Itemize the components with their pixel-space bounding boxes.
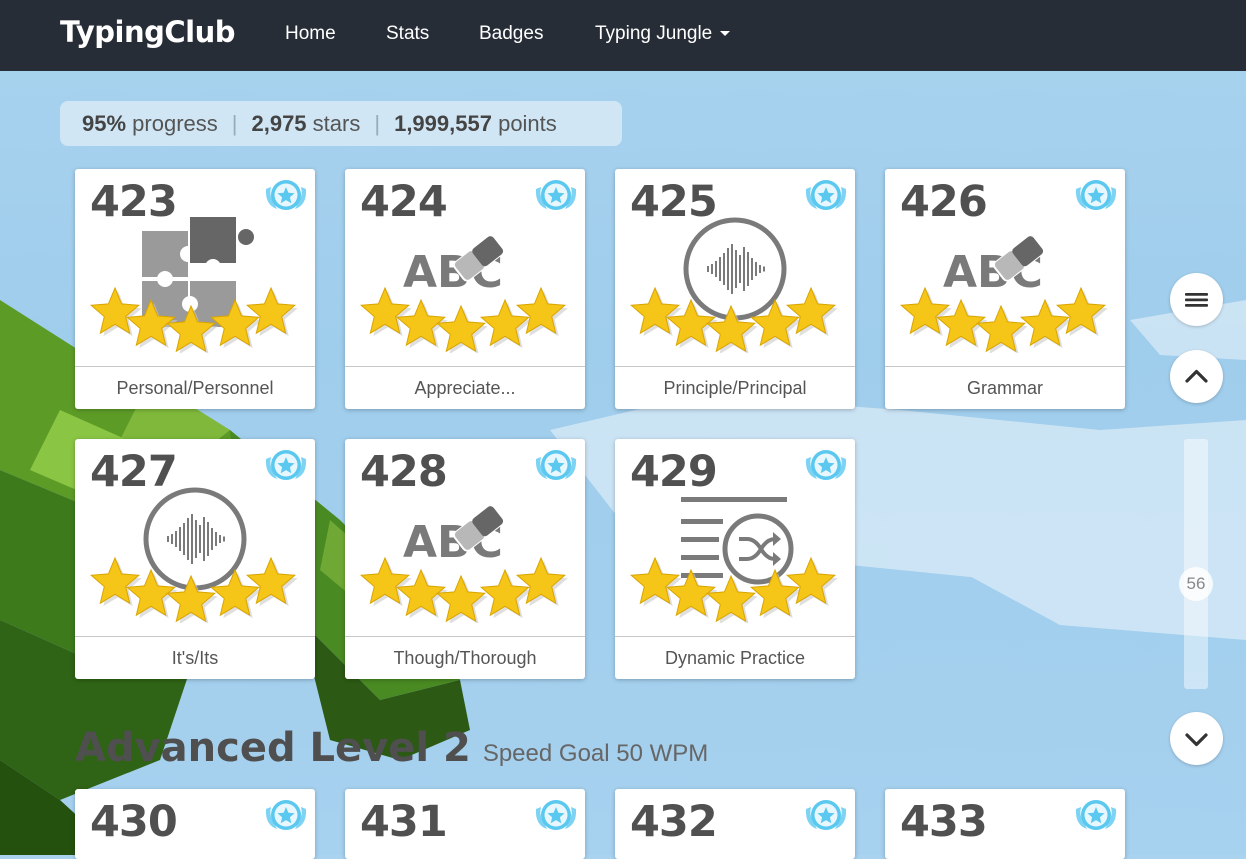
scroll-up-button[interactable] — [1170, 350, 1223, 403]
lesson-number: 431 — [360, 797, 448, 847]
chevron-down-icon — [1185, 733, 1208, 747]
badge-icon — [535, 180, 577, 210]
progress-value: 95% — [82, 111, 127, 136]
caret-down-icon — [720, 31, 731, 37]
badge-icon — [265, 180, 307, 210]
menu-icon — [1185, 293, 1208, 307]
nav-typing-jungle-dropdown[interactable]: Typing Jungle — [595, 23, 731, 45]
divider: | — [231, 111, 238, 136]
badge-icon — [535, 450, 577, 480]
star-rating — [629, 287, 838, 353]
star-rating — [629, 557, 838, 623]
lesson-number: 430 — [90, 797, 178, 847]
star-rating — [89, 557, 298, 623]
nav-typing-jungle-label: Typing Jungle — [595, 23, 713, 44]
badge-icon — [805, 180, 847, 210]
badge-icon — [1075, 180, 1117, 210]
scroll-down-button[interactable] — [1170, 712, 1223, 765]
lesson-card[interactable]: 425 Principle/Principal — [615, 169, 855, 409]
lesson-card[interactable]: 432 — [615, 789, 855, 859]
scrollbar-thumb[interactable]: 56 — [1179, 567, 1213, 601]
progress-summary: 95% progress | 2,975 stars | 1,999,557 point… — [60, 101, 622, 146]
lesson-number: 428 — [360, 447, 448, 497]
lesson-title: Dynamic Practice — [615, 636, 855, 679]
points-label: points — [498, 111, 557, 136]
badge-icon — [805, 450, 847, 480]
points-value: 1,999,557 — [394, 111, 492, 136]
lesson-card[interactable]: ABC 424 Appreciate... — [345, 169, 585, 409]
star-rating — [359, 557, 568, 623]
star-rating — [89, 287, 298, 353]
menu-button[interactable] — [1170, 273, 1223, 326]
lesson-card[interactable]: ABC 426 Grammar — [885, 169, 1125, 409]
lesson-card[interactable]: 429 Dynamic Practice — [615, 439, 855, 679]
badge-icon — [805, 800, 847, 830]
badge-icon — [1075, 800, 1117, 830]
lesson-scrollbar[interactable] — [1184, 439, 1208, 689]
lesson-number: 432 — [630, 797, 718, 847]
stars-value: 2,975 — [251, 111, 307, 136]
lesson-title: Though/Thorough — [345, 636, 585, 679]
section-subtitle: Speed Goal 50 WPM — [482, 740, 709, 767]
top-navbar: TypingClub Home Stats Badges Typing Jung… — [0, 0, 1246, 71]
progress-label: progress — [132, 111, 218, 136]
lesson-card[interactable]: 433 — [885, 789, 1125, 859]
badge-icon — [265, 800, 307, 830]
lesson-number: 427 — [90, 447, 178, 497]
lesson-number: 429 — [630, 447, 718, 497]
divider: | — [374, 111, 381, 136]
nav-badges[interactable]: Badges — [479, 23, 543, 45]
nav-stats[interactable]: Stats — [386, 23, 429, 45]
lesson-card[interactable]: 423 Personal/Personnel — [75, 169, 315, 409]
section-title: Advanced Level 2 — [75, 725, 471, 771]
lesson-title: Personal/Personnel — [75, 366, 315, 409]
lesson-number: 423 — [90, 177, 178, 227]
lesson-title: Appreciate... — [345, 366, 585, 409]
lesson-card[interactable]: ABC 428 Though/Thorough — [345, 439, 585, 679]
badge-icon — [265, 450, 307, 480]
brand-logo[interactable]: TypingClub — [60, 15, 235, 49]
lesson-number: 425 — [630, 177, 718, 227]
nav-home[interactable]: Home — [285, 23, 336, 45]
section-heading: Advanced Level 2 Speed Goal 50 WPM — [75, 725, 708, 771]
star-rating — [899, 287, 1108, 353]
badge-icon — [535, 800, 577, 830]
lesson-number: 424 — [360, 177, 448, 227]
stars-label: stars — [312, 111, 361, 136]
lesson-title: Principle/Principal — [615, 366, 855, 409]
star-rating — [359, 287, 568, 353]
lesson-card[interactable]: 430 — [75, 789, 315, 859]
lesson-number: 426 — [900, 177, 988, 227]
lesson-title: It's/Its — [75, 636, 315, 679]
lesson-title: Grammar — [885, 366, 1125, 409]
lesson-card[interactable]: 431 — [345, 789, 585, 859]
chevron-up-icon — [1185, 369, 1208, 383]
lesson-card[interactable]: 427 It's/Its — [75, 439, 315, 679]
lesson-number: 433 — [900, 797, 988, 847]
